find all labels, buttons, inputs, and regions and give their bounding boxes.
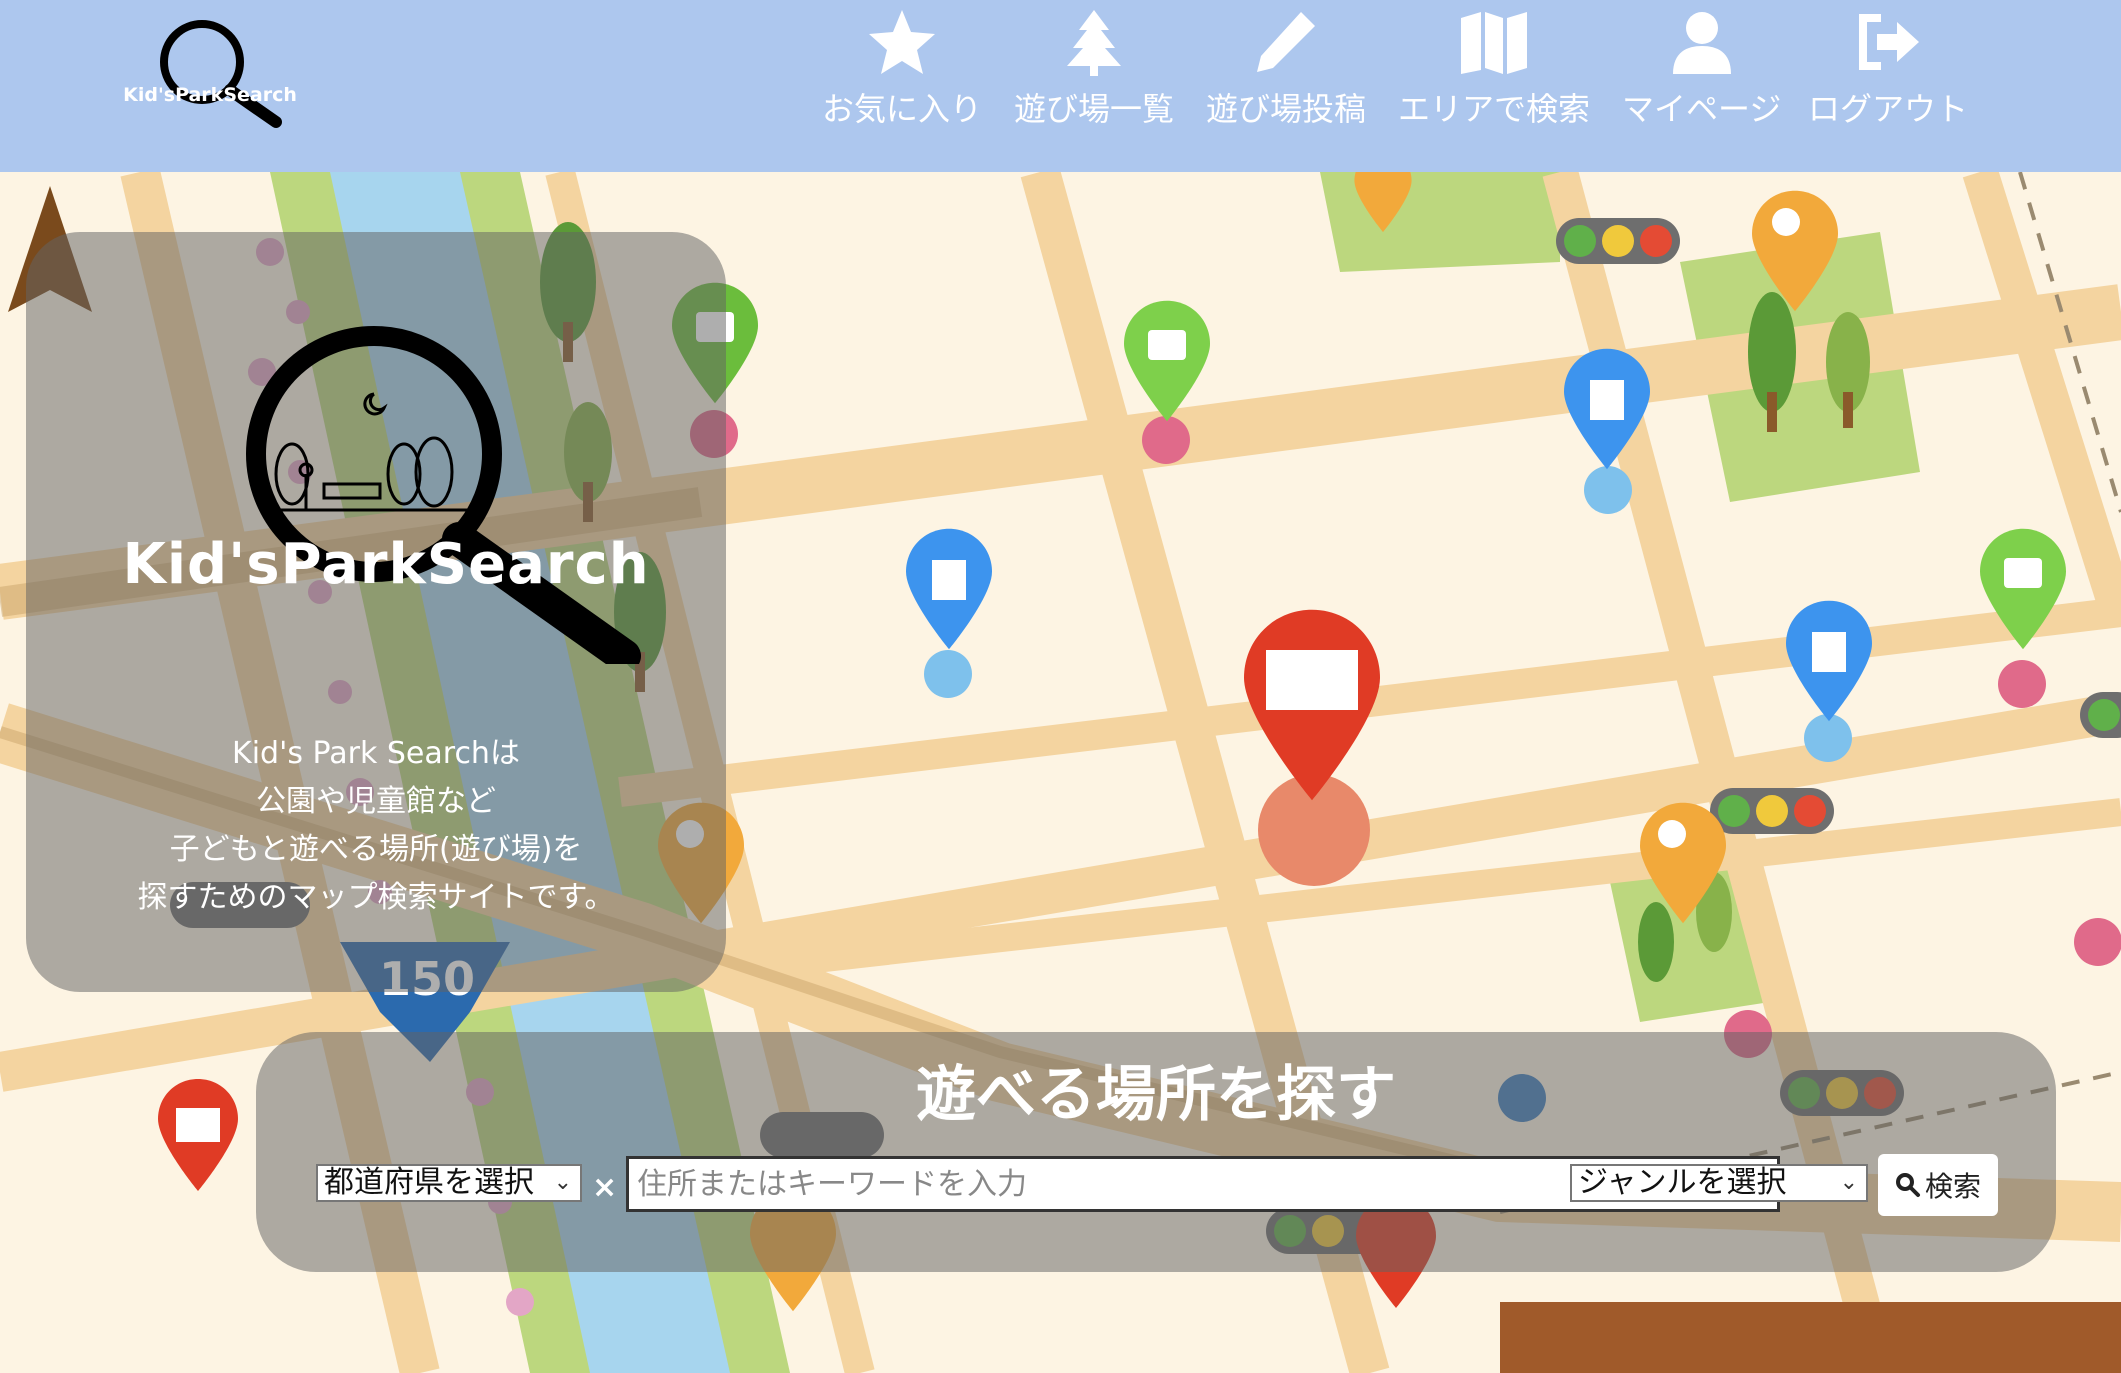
- nav-label: ログアウト: [1808, 90, 1969, 128]
- search-button-label: 検索: [1924, 1170, 1981, 1203]
- cafe-pin: [1124, 300, 1210, 422]
- genre-select-value: ジャンルを選択: [1578, 1165, 1787, 1200]
- hero-desc-line: 子どもと遊べる場所(遊び場)を: [169, 832, 583, 867]
- search-panel: 遊べる場所を探す 都道府県を選択 ⌄ × × ジャンルを選択 ⌄ 検索: [256, 1032, 2056, 1272]
- nav-label: お気に入り: [822, 90, 983, 128]
- cafe-pin: [1980, 528, 2066, 650]
- top-navbar: Kid'sParkSearch お気に入り 遊び場一覧 遊び場投稿 エリアで検索…: [0, 0, 2121, 172]
- park-pin: [1752, 190, 1838, 312]
- logo-text: Kid'sParkSearch: [123, 84, 297, 106]
- chevron-down-icon: ⌄: [553, 1170, 572, 1195]
- map-icon: [1461, 12, 1527, 74]
- logout-icon: [1859, 14, 1919, 70]
- nav-logout[interactable]: ログアウト: [1808, 8, 1968, 130]
- search-icon: [1895, 1173, 1920, 1197]
- magnifier-logo-icon: [160, 20, 282, 128]
- search-button[interactable]: 検索: [1878, 1154, 1998, 1216]
- park-pin: [1354, 172, 1412, 232]
- separator-x: ×: [592, 1170, 618, 1205]
- nav-post-playground[interactable]: 遊び場投稿: [1206, 8, 1366, 130]
- nav-playground-list[interactable]: 遊び場一覧: [1014, 8, 1174, 130]
- tree-icon: [1067, 10, 1121, 76]
- nav-mypage[interactable]: マイページ: [1622, 8, 1781, 130]
- user-icon: [1672, 12, 1731, 74]
- magnifier-logo-icon: [246, 326, 641, 664]
- prefecture-select[interactable]: 都道府県を選択 ⌄: [316, 1164, 582, 1202]
- separator-x: ×: [1534, 1170, 1560, 1205]
- nav-label: エリアで検索: [1398, 90, 1591, 128]
- nav-label: マイページ: [1622, 90, 1782, 128]
- hero-desc-line: 探すためのマップ検索サイトです。: [137, 880, 615, 915]
- chevron-down-icon: ⌄: [1839, 1170, 1858, 1195]
- nav-label: 遊び場一覧: [1014, 90, 1175, 128]
- hero-desc-line: 公園や児童館など: [256, 784, 496, 819]
- nav-label: 遊び場投稿: [1206, 90, 1367, 128]
- hero-desc-line: Kid's Park Searchは: [232, 736, 520, 771]
- hero-description: Kid's Park Searchは 公園や児童館など 子どもと遊べる場所(遊び…: [26, 730, 726, 922]
- genre-select[interactable]: ジャンルを選択 ⌄: [1570, 1164, 1868, 1202]
- nav-favorites[interactable]: お気に入り: [822, 8, 982, 130]
- pencil-icon: [1257, 12, 1315, 72]
- nav-area-search[interactable]: エリアで検索: [1398, 8, 1590, 130]
- site-logo[interactable]: Kid'sParkSearch: [120, 10, 300, 130]
- intro-panel: Kid'sParkSearch Kid's Park Searchは 公園や児童…: [26, 232, 726, 992]
- park-pin: [1640, 802, 1726, 924]
- search-title: 遊べる場所を探す: [916, 1060, 1396, 1130]
- star-icon: [869, 10, 935, 74]
- prefecture-select-value: 都道府県を選択: [324, 1165, 534, 1200]
- hero-title: Kid'sParkSearch: [122, 532, 650, 597]
